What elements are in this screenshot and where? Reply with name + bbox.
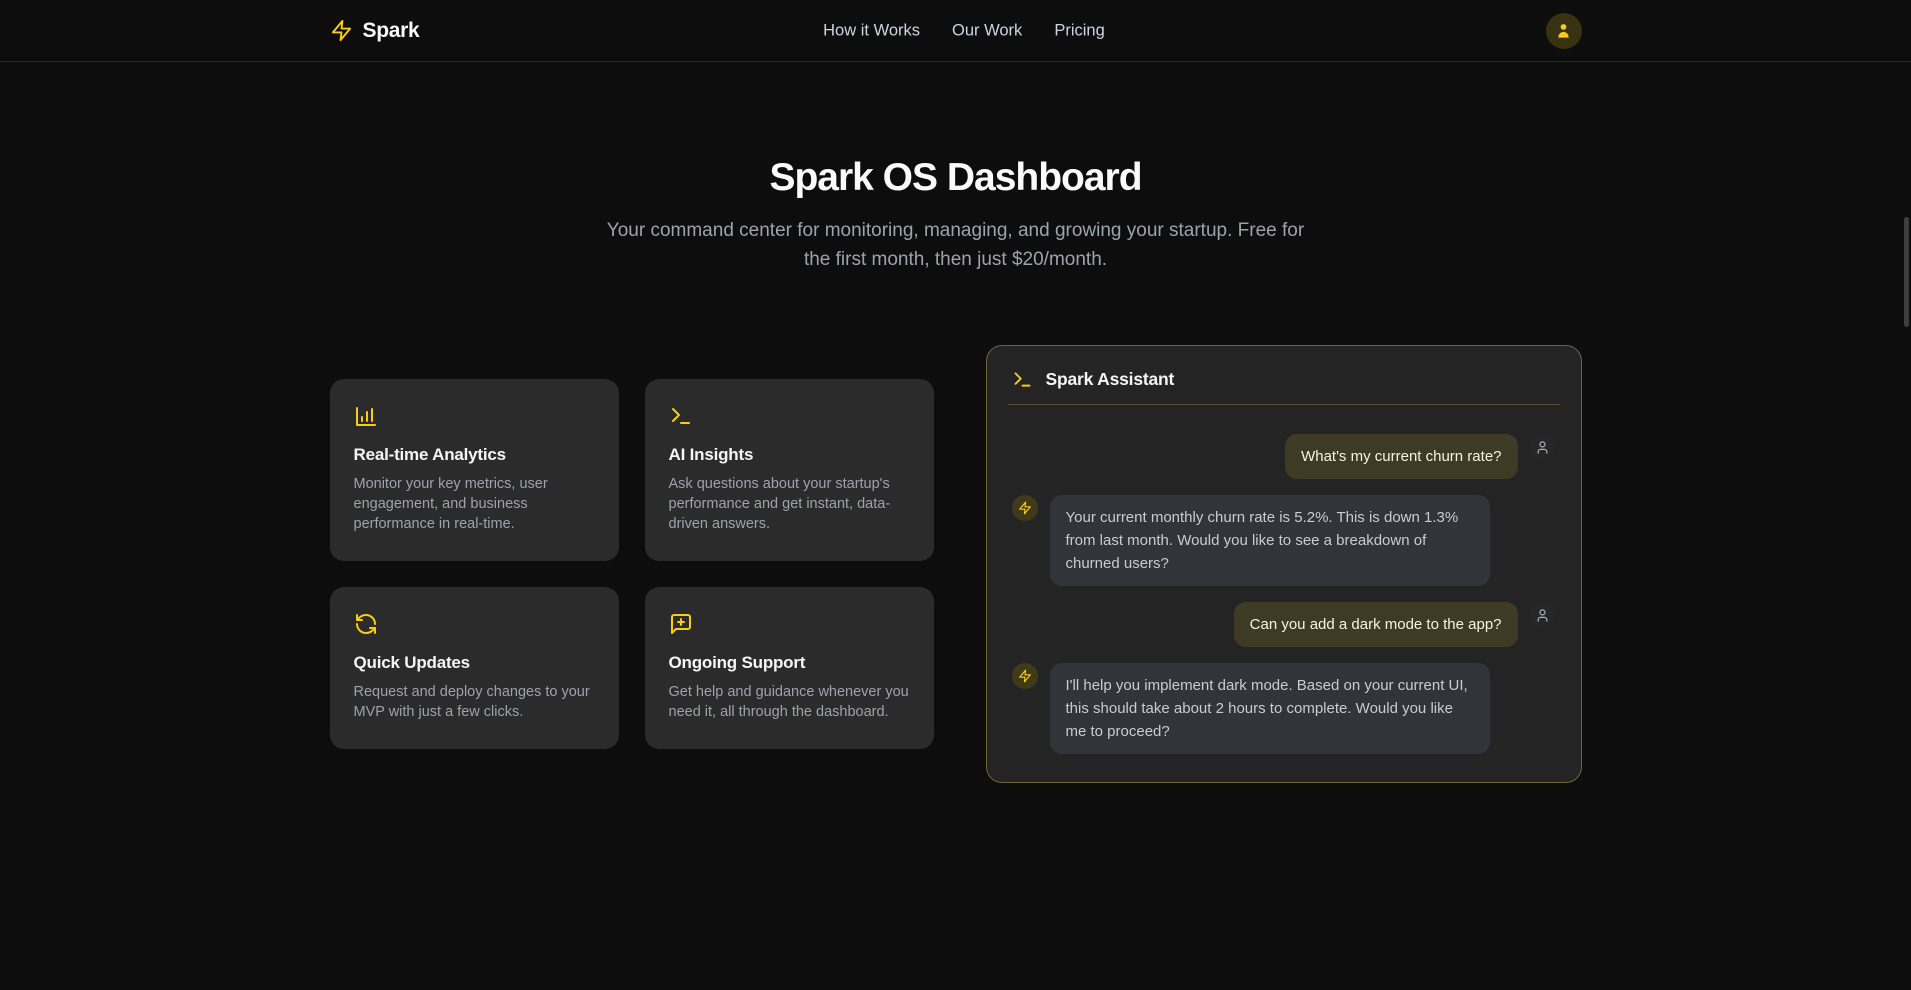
chat-message-user: What's my current churn rate? — [1012, 434, 1556, 479]
feature-title: Ongoing Support — [669, 653, 910, 673]
brand-logo[interactable]: Spark — [330, 19, 420, 43]
chat-message-assistant: I'll help you implement dark mode. Based… — [1012, 663, 1556, 754]
chat-message-user: Can you add a dark mode to the app? — [1012, 602, 1556, 647]
spark-assistant-panel: Spark Assistant What's my current churn … — [986, 345, 1582, 783]
terminal-icon — [669, 404, 910, 428]
chat-panel-title: Spark Assistant — [1046, 369, 1175, 390]
chat-message-assistant: Your current monthly churn rate is 5.2%.… — [1012, 495, 1556, 586]
scrollbar-thumb[interactable] — [1904, 217, 1909, 327]
user-icon — [1554, 21, 1573, 40]
chat-messages: What's my current churn rate? Your curre… — [1008, 434, 1560, 754]
features-grid: Real-time Analytics Monitor your key met… — [330, 379, 934, 749]
assistant-avatar-zap-icon — [1012, 495, 1038, 521]
chat-header: Spark Assistant — [1008, 369, 1560, 390]
hero-section: Spark OS Dashboard Your command center f… — [0, 156, 1911, 274]
feature-card-ai-insights: AI Insights Ask questions about your sta… — [645, 379, 934, 561]
features-and-assistant-row: Real-time Analytics Monitor your key met… — [330, 345, 1582, 783]
refresh-icon — [354, 612, 595, 636]
feature-description: Get help and guidance whenever you need … — [669, 682, 910, 722]
feature-card-real-time-analytics: Real-time Analytics Monitor your key met… — [330, 379, 619, 561]
user-message-bubble: Can you add a dark mode to the app? — [1234, 602, 1518, 647]
main-content: Spark OS Dashboard Your command center f… — [0, 156, 1911, 783]
feature-description: Monitor your key metrics, user engagemen… — [354, 474, 595, 534]
feature-card-quick-updates: Quick Updates Request and deploy changes… — [330, 587, 619, 749]
navbar: Spark How it Works Our Work Pricing — [0, 0, 1911, 62]
feature-description: Ask questions about your startup's perfo… — [669, 474, 910, 534]
brand-name: Spark — [363, 19, 420, 43]
terminal-icon — [1012, 369, 1033, 390]
hero-subtitle: Your command center for monitoring, mana… — [606, 216, 1306, 274]
assistant-message-bubble: Your current monthly churn rate is 5.2%.… — [1050, 495, 1490, 586]
user-avatar — [1530, 602, 1556, 628]
feature-title: AI Insights — [669, 445, 910, 465]
profile-avatar-button[interactable] — [1546, 13, 1582, 49]
nav-link-our-work[interactable]: Our Work — [952, 21, 1022, 40]
assistant-avatar-zap-icon — [1012, 663, 1038, 689]
bar-chart-icon — [354, 404, 595, 428]
feature-title: Real-time Analytics — [354, 445, 595, 465]
page-title: Spark OS Dashboard — [0, 156, 1911, 200]
assistant-message-bubble: I'll help you implement dark mode. Based… — [1050, 663, 1490, 754]
nav-link-pricing[interactable]: Pricing — [1054, 21, 1104, 40]
feature-card-ongoing-support: Ongoing Support Get help and guidance wh… — [645, 587, 934, 749]
feature-title: Quick Updates — [354, 653, 595, 673]
nav-link-how-it-works[interactable]: How it Works — [823, 21, 920, 40]
zap-icon — [330, 19, 353, 42]
user-message-bubble: What's my current churn rate? — [1285, 434, 1517, 479]
message-square-plus-icon — [669, 612, 910, 636]
nav-links: How it Works Our Work Pricing — [823, 21, 1105, 40]
user-avatar — [1530, 434, 1556, 460]
chat-header-divider — [1008, 404, 1560, 405]
feature-description: Request and deploy changes to your MVP w… — [354, 682, 595, 722]
